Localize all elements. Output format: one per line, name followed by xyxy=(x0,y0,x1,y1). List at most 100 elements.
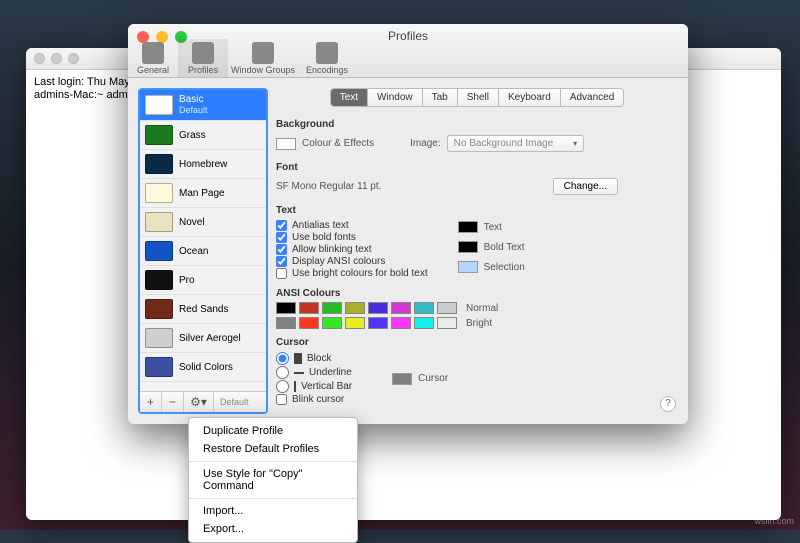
profile-thumbnail xyxy=(145,212,173,232)
profile-name: Red Sands xyxy=(179,304,228,315)
ansi-color-well[interactable] xyxy=(322,317,342,329)
encodings-icon xyxy=(316,42,338,64)
blink-cursor-checkbox[interactable]: Blink cursor xyxy=(276,394,352,405)
ansi-color-well[interactable] xyxy=(299,302,319,314)
profile-row[interactable]: Solid Colors xyxy=(140,353,266,382)
ansi-color-well[interactable] xyxy=(345,302,365,314)
change-font-button[interactable]: Change... xyxy=(553,178,618,195)
ansi-color-well[interactable] xyxy=(391,302,411,314)
bold-color-well[interactable] xyxy=(458,241,478,253)
profile-row[interactable]: Homebrew xyxy=(140,150,266,179)
colour-effects-label: Colour & Effects xyxy=(302,138,374,149)
traffic-light[interactable] xyxy=(51,53,62,64)
section-background: Background xyxy=(276,119,678,130)
profile-thumbnail xyxy=(145,270,173,290)
ansi-row-label: Normal xyxy=(466,303,498,314)
profile-row[interactable]: Pro xyxy=(140,266,266,295)
profile-row[interactable]: Grass xyxy=(140,121,266,150)
add-profile-button[interactable]: + xyxy=(140,392,162,412)
profile-row[interactable]: Man Page xyxy=(140,179,266,208)
bright-colours-checkbox[interactable]: Use bright colours for bold text xyxy=(276,268,428,279)
profile-name: Solid Colors xyxy=(179,362,233,373)
profile-detail: TextWindowTabShellKeyboardAdvanced Backg… xyxy=(276,88,678,414)
ansi-color-well[interactable] xyxy=(391,317,411,329)
tab-text[interactable]: Text xyxy=(331,89,368,106)
profile-thumbnail xyxy=(145,154,173,174)
profile-actions-menu[interactable]: ⚙︎▾ xyxy=(184,392,214,412)
menu-use-style[interactable]: Use Style for "Copy" Command xyxy=(189,465,357,495)
profile-name: Silver Aerogel xyxy=(179,333,241,344)
traffic-light[interactable] xyxy=(68,53,79,64)
window-groups-icon xyxy=(252,42,274,64)
tab-shell[interactable]: Shell xyxy=(458,89,499,106)
profile-thumbnail xyxy=(145,125,173,145)
profile-name: Ocean xyxy=(179,246,208,257)
cursor-underline-radio[interactable]: Underline xyxy=(276,366,352,379)
menu-separator xyxy=(189,461,357,462)
profile-name: Man Page xyxy=(179,188,225,199)
menu-restore-defaults[interactable]: Restore Default Profiles xyxy=(189,440,357,458)
profile-thumbnail xyxy=(145,328,173,348)
profile-row[interactable]: Silver Aerogel xyxy=(140,324,266,353)
section-cursor: Cursor xyxy=(276,337,678,348)
tab-keyboard[interactable]: Keyboard xyxy=(499,89,561,106)
ansi-bright-row: Bright xyxy=(276,317,678,329)
menu-duplicate[interactable]: Duplicate Profile xyxy=(189,422,357,440)
ansi-color-well[interactable] xyxy=(414,302,434,314)
ansi-color-well[interactable] xyxy=(299,317,319,329)
ansi-color-well[interactable] xyxy=(414,317,434,329)
ansi-color-well[interactable] xyxy=(437,317,457,329)
traffic-light[interactable] xyxy=(34,53,45,64)
profile-thumbnail xyxy=(145,241,173,261)
background-image-popup[interactable]: No Background Image xyxy=(447,135,585,152)
ansi-color-well[interactable] xyxy=(345,317,365,329)
ansi-color-well[interactable] xyxy=(368,302,388,314)
image-label: Image: xyxy=(410,138,441,149)
profile-row[interactable]: Red Sands xyxy=(140,295,266,324)
ansi-color-well[interactable] xyxy=(276,302,296,314)
toolbar-window-groups[interactable]: Window Groups xyxy=(228,39,298,77)
toolbar: Profiles General Profiles Window Groups … xyxy=(128,24,688,78)
toolbar-encodings[interactable]: Encodings xyxy=(298,39,356,77)
remove-profile-button[interactable]: − xyxy=(162,392,184,412)
tab-window[interactable]: Window xyxy=(368,89,423,106)
selection-color-well[interactable] xyxy=(458,261,478,273)
background-color-well[interactable] xyxy=(276,138,296,150)
profile-thumbnail xyxy=(145,299,173,319)
ansi-row-label: Bright xyxy=(466,318,492,329)
bold-fonts-checkbox[interactable]: Use bold fonts xyxy=(276,232,428,243)
toolbar-profiles[interactable]: Profiles xyxy=(178,39,228,77)
ansi-color-well[interactable] xyxy=(322,302,342,314)
profile-name: Novel xyxy=(179,217,205,228)
ansi-color-well[interactable] xyxy=(276,317,296,329)
watermark: wsiin.com xyxy=(754,516,794,526)
profile-name: Pro xyxy=(179,275,195,286)
profile-row[interactable]: Novel xyxy=(140,208,266,237)
toolbar-general[interactable]: General xyxy=(128,39,178,77)
menu-separator xyxy=(189,498,357,499)
profiles-icon xyxy=(192,42,214,64)
section-ansi: ANSI Colours xyxy=(276,288,678,299)
profile-context-menu: Duplicate Profile Restore Default Profil… xyxy=(188,417,358,543)
profile-row[interactable]: BasicDefault xyxy=(140,90,266,121)
menu-import[interactable]: Import... xyxy=(189,502,357,520)
cursor-block-radio[interactable]: Block xyxy=(276,352,352,365)
menu-export[interactable]: Export... xyxy=(189,520,357,538)
profile-list-container: BasicDefault Grass Homebrew Man Page Novel Oc… xyxy=(138,88,268,414)
default-button[interactable]: Default xyxy=(214,397,266,407)
profile-name: Grass xyxy=(179,130,206,141)
blinking-text-checkbox[interactable]: Allow blinking text xyxy=(276,244,428,255)
tab-tab[interactable]: Tab xyxy=(423,89,458,106)
ansi-color-well[interactable] xyxy=(437,302,457,314)
help-button[interactable]: ? xyxy=(660,396,676,412)
cursor-color-well[interactable] xyxy=(392,373,412,385)
text-color-well[interactable] xyxy=(458,221,478,233)
profile-row[interactable]: Ocean xyxy=(140,237,266,266)
profile-list[interactable]: BasicDefault Grass Homebrew Man Page Novel Oc… xyxy=(140,90,266,392)
ansi-colours-checkbox[interactable]: Display ANSI colours xyxy=(276,256,428,267)
tab-advanced[interactable]: Advanced xyxy=(561,89,623,106)
cursor-vertical-radio[interactable]: Vertical Bar xyxy=(276,380,352,393)
antialias-checkbox[interactable]: Antialias text xyxy=(276,220,428,231)
ansi-color-well[interactable] xyxy=(368,317,388,329)
section-text: Text xyxy=(276,205,678,216)
